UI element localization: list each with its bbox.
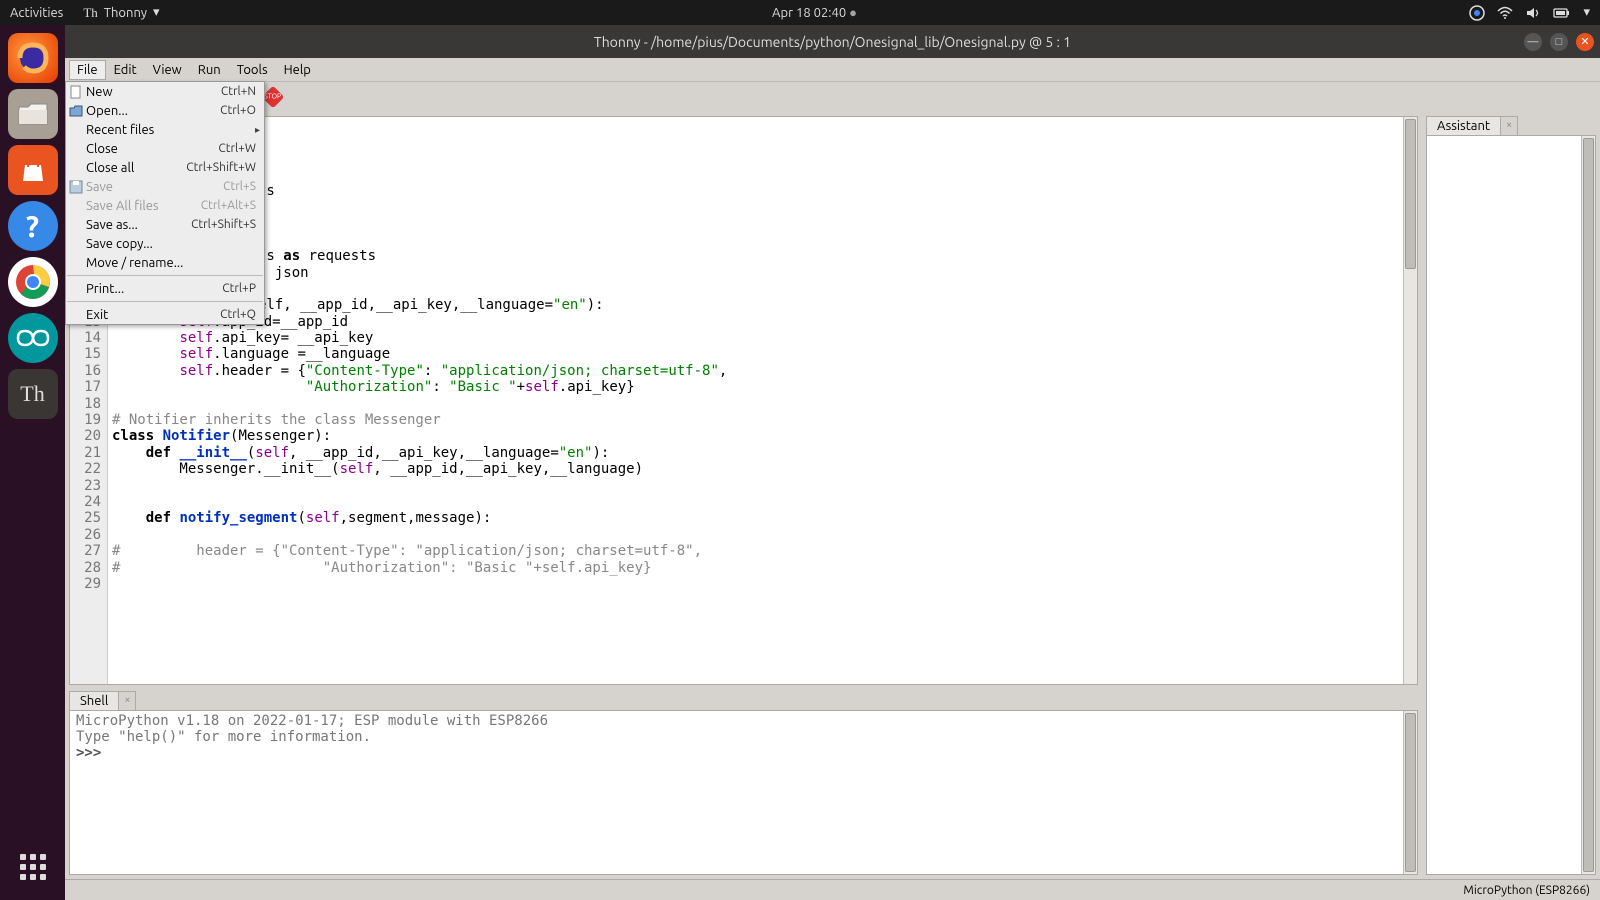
open-icon (69, 104, 83, 118)
file-menu-save-copy-[interactable]: Save copy... (66, 234, 264, 253)
thonny-window: Thonny - /home/pius/Documents/python/One… (65, 25, 1600, 900)
maximize-button[interactable]: □ (1550, 33, 1568, 51)
statusbar: MicroPython (ESP8266) (65, 879, 1600, 900)
assistant-scrollbar[interactable] (1581, 136, 1595, 874)
activities-button[interactable]: Activities (10, 6, 63, 20)
menubar: File Edit View Run Tools Help NewCtrl+NO… (65, 58, 1600, 82)
chrome-icon (13, 262, 53, 302)
code-editor[interactable]: 1314151617181920212223242526272829 tsts … (69, 116, 1418, 685)
dock-software[interactable] (8, 145, 58, 195)
firefox-icon (15, 40, 51, 76)
folder-icon (16, 99, 50, 129)
dock-apps-button[interactable] (8, 842, 58, 892)
menu-run[interactable]: Run (190, 60, 229, 80)
file-menu-open-[interactable]: Open...Ctrl+O (66, 101, 264, 120)
menu-view[interactable]: View (145, 60, 190, 80)
menu-file[interactable]: File (69, 60, 106, 80)
assistant-panel (1426, 135, 1596, 875)
file-menu-new[interactable]: NewCtrl+N (66, 82, 264, 101)
editor-scrollbar[interactable] (1403, 117, 1417, 684)
ubuntu-dock: ? Th (0, 25, 65, 900)
dock-thonny[interactable]: Th (8, 369, 58, 419)
file-menu-close-all[interactable]: Close allCtrl+Shift+W (66, 158, 264, 177)
window-titlebar[interactable]: Thonny - /home/pius/Documents/python/One… (65, 25, 1600, 58)
chrome-indicator-icon[interactable] (1469, 5, 1485, 21)
chevron-down-icon: ▾ (1583, 5, 1590, 20)
stop-icon: STOP (264, 93, 281, 101)
stop-button[interactable]: STOP (262, 86, 285, 109)
menu-edit[interactable]: Edit (106, 60, 145, 80)
shopping-bag-icon (18, 155, 48, 185)
dock-firefox[interactable] (8, 33, 58, 83)
shell-tab-close[interactable]: × (119, 691, 136, 710)
thonny-icon: Th (20, 381, 44, 407)
app-menu-label: Thonny (104, 6, 147, 20)
save-icon (69, 180, 83, 194)
menu-help[interactable]: Help (276, 60, 319, 80)
shell-output: MicroPython v1.18 on 2022-01-17; ESP mod… (76, 713, 1411, 729)
file-menu-save: SaveCtrl+S (66, 177, 264, 196)
shell-tab[interactable]: Shell (69, 691, 119, 710)
minimize-button[interactable]: — (1524, 33, 1542, 51)
file-menu-save-as-[interactable]: Save as...Ctrl+Shift+S (66, 215, 264, 234)
volume-icon (1525, 6, 1541, 20)
shell-scrollbar[interactable] (1403, 711, 1417, 874)
file-menu-dropdown: NewCtrl+NOpen...Ctrl+ORecent filesCloseC… (65, 81, 265, 325)
menu-tools[interactable]: Tools (229, 60, 276, 80)
arduino-icon (15, 328, 51, 348)
dock-files[interactable] (8, 89, 58, 139)
battery-icon (1553, 7, 1571, 19)
apps-grid-icon (20, 854, 46, 880)
window-title: Thonny - /home/pius/Documents/python/One… (594, 34, 1071, 50)
dock-help[interactable]: ? (8, 201, 58, 251)
code-area[interactable]: tsts as requestss jsonelf, __app_id,__ap… (108, 117, 1417, 684)
system-tray[interactable]: ▾ (1469, 5, 1590, 21)
close-button[interactable]: ✕ (1576, 33, 1594, 51)
dock-chrome[interactable] (8, 257, 58, 307)
file-menu-close[interactable]: CloseCtrl+W (66, 139, 264, 158)
shell-output: Type "help()" for more information. (76, 729, 1411, 745)
shell-panel[interactable]: MicroPython v1.18 on 2022-01-17; ESP mod… (69, 710, 1418, 875)
file-menu-recent-files[interactable]: Recent files (66, 120, 264, 139)
dock-arduino[interactable] (8, 313, 58, 363)
assistant-tab[interactable]: Assistant (1426, 116, 1501, 135)
file-menu-save-all-files: Save All filesCtrl+Alt+S (66, 196, 264, 215)
app-menu[interactable]: Th Thonny ▾ (83, 5, 159, 21)
new-icon (69, 85, 83, 99)
shell-prompt: >>> (76, 745, 101, 761)
file-menu-print-[interactable]: Print...Ctrl+P (66, 279, 264, 298)
backend-indicator[interactable]: MicroPython (ESP8266) (1463, 884, 1590, 897)
toolbar: STOP (65, 82, 1600, 112)
file-menu-move-rename-[interactable]: Move / rename... (66, 253, 264, 272)
clock[interactable]: Apr 18 02:40 ● (160, 5, 1470, 20)
thonny-logo-icon: Th (83, 5, 97, 21)
question-icon: ? (26, 209, 39, 243)
assistant-tab-close[interactable]: × (1501, 116, 1518, 135)
file-menu-exit[interactable]: ExitCtrl+Q (66, 305, 264, 324)
gnome-topbar: Activities Th Thonny ▾ Apr 18 02:40 ● ▾ (0, 0, 1600, 25)
wifi-icon (1497, 6, 1513, 20)
